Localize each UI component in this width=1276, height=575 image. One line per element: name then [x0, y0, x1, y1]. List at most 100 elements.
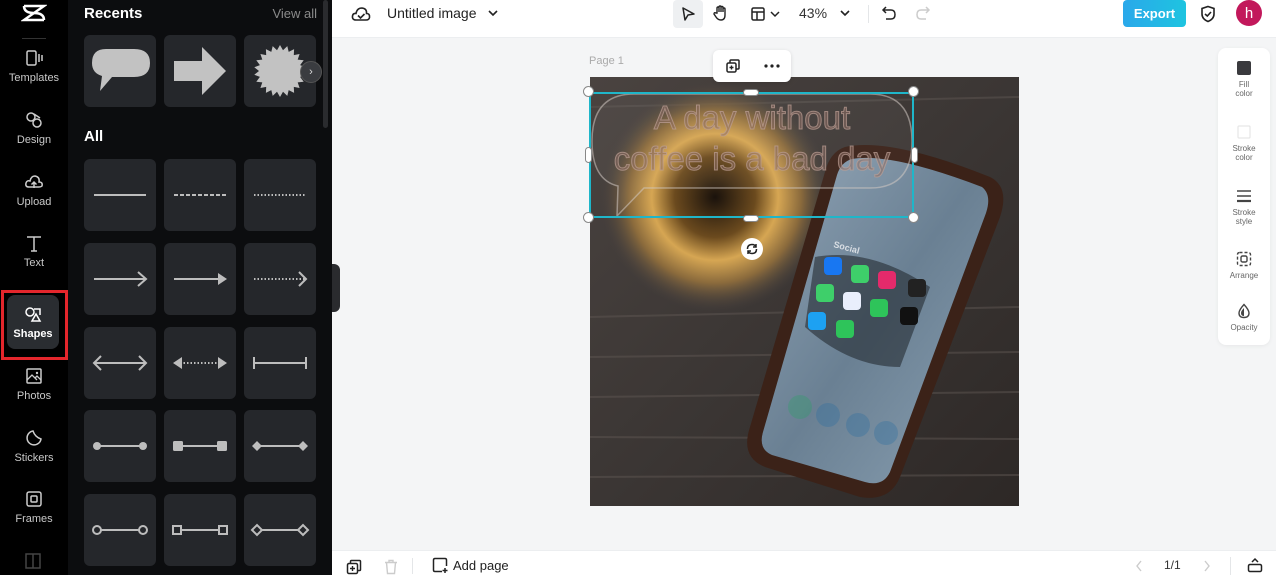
- prop-label: style: [1235, 217, 1253, 226]
- shape-tile-line-dots[interactable]: [84, 410, 156, 482]
- shape-tile-line-circles-outline[interactable]: [84, 494, 156, 566]
- shape-tile-line-diamonds[interactable]: [244, 410, 316, 482]
- layout-dropdown-button[interactable]: [746, 3, 784, 25]
- double-arrow-icon: [92, 355, 148, 371]
- shape-tile-double-arrow[interactable]: [84, 327, 156, 399]
- stroke-style-button[interactable]: Stroke style: [1218, 188, 1270, 226]
- rail-label: Templates: [8, 72, 60, 84]
- zoom-level[interactable]: 43%: [799, 5, 827, 21]
- duplicate-icon[interactable]: [725, 58, 741, 74]
- undo-button[interactable]: [879, 3, 899, 23]
- prop-label: Arrange: [1229, 271, 1259, 280]
- security-shield-button[interactable]: [1198, 3, 1218, 25]
- rail-label: Upload: [16, 196, 52, 208]
- rail-item-design[interactable]: Design: [4, 99, 64, 157]
- recent-shape-speech-bubble[interactable]: [84, 35, 156, 107]
- resize-handle-right[interactable]: [911, 147, 918, 163]
- capcut-logo-icon[interactable]: [21, 3, 47, 23]
- more-tools-icon[interactable]: [24, 552, 42, 570]
- more-options-icon[interactable]: [763, 64, 780, 68]
- shape-tile-double-arrow-dotted-filled[interactable]: [164, 327, 236, 399]
- messenger-app-icon: [843, 292, 861, 310]
- rotate-icon: [746, 243, 758, 255]
- cursor-icon: [682, 7, 695, 21]
- add-page-label: Add page: [453, 557, 509, 573]
- rail-item-frames[interactable]: Frames: [4, 478, 64, 536]
- recent-shape-arrow[interactable]: [164, 35, 236, 107]
- arrow-line-icon: [94, 271, 148, 287]
- next-page-icon[interactable]: [1202, 559, 1212, 573]
- prop-label: Stroke: [1232, 144, 1256, 153]
- rail-label: Frames: [15, 513, 53, 525]
- fill-color-swatch-icon: [1237, 61, 1251, 75]
- redo-button[interactable]: [913, 3, 933, 23]
- facebook-app-icon: [824, 257, 842, 275]
- duplicate-page-icon[interactable]: [346, 559, 362, 575]
- fill-color-button[interactable]: Fill color: [1218, 60, 1270, 98]
- resize-handle-bottom-left[interactable]: [583, 212, 594, 223]
- twitter-app-icon: [808, 312, 826, 330]
- shape-tile-arrow-line[interactable]: [84, 243, 156, 315]
- hand-icon: [713, 5, 726, 21]
- resize-handle-top[interactable]: [743, 89, 759, 96]
- shape-tile-arrow-dotted[interactable]: [244, 243, 316, 315]
- page-count: 1/1: [1164, 558, 1181, 572]
- undo-icon: [881, 6, 896, 20]
- instagram-app-icon: [908, 279, 926, 297]
- delete-page-icon[interactable]: [384, 559, 398, 575]
- design-icon: [26, 112, 42, 128]
- selection-box[interactable]: [589, 92, 914, 218]
- bottom-divider: [412, 558, 413, 574]
- user-avatar[interactable]: h: [1236, 0, 1262, 26]
- shape-tile-line-dashed[interactable]: [164, 159, 236, 231]
- arrange-button[interactable]: Arrange: [1218, 251, 1270, 280]
- prop-label: Opacity: [1230, 323, 1258, 332]
- stroke-color-swatch-icon: [1237, 125, 1251, 139]
- resize-handle-bottom[interactable]: [743, 215, 759, 222]
- resize-handle-top-left[interactable]: [583, 86, 594, 97]
- rail-item-photos[interactable]: Photos: [4, 355, 64, 413]
- select-tool-button[interactable]: [673, 0, 703, 28]
- rail-item-stickers[interactable]: Stickers: [4, 417, 64, 475]
- view-all-link[interactable]: View all: [272, 6, 317, 21]
- rail-item-upload[interactable]: Upload: [4, 161, 64, 219]
- shape-tile-line-end-bars[interactable]: [244, 327, 316, 399]
- document-title[interactable]: Untitled image: [387, 5, 477, 21]
- shape-tile-line-dotted[interactable]: [244, 159, 316, 231]
- pages-panel-toggle-icon[interactable]: [1247, 557, 1263, 573]
- title-dropdown-chevron-icon[interactable]: [486, 6, 500, 20]
- rail-item-text[interactable]: Text: [4, 222, 64, 280]
- resize-handle-top-right[interactable]: [908, 86, 919, 97]
- arrow-filled-icon: [174, 273, 227, 285]
- resize-handle-left[interactable]: [585, 147, 592, 163]
- rotate-handle[interactable]: [741, 238, 763, 260]
- cloud-saved-icon[interactable]: [350, 3, 372, 25]
- stroke-color-button[interactable]: Stroke color: [1218, 124, 1270, 162]
- line-dots-icon: [93, 442, 147, 450]
- shapes-panel: Recents View all › All: [68, 0, 332, 575]
- line-end-bars-icon: [253, 357, 307, 369]
- recents-next-button[interactable]: ›: [300, 61, 322, 83]
- opacity-button[interactable]: Opacity: [1218, 303, 1270, 332]
- shape-tile-arrow-filled[interactable]: [164, 243, 236, 315]
- prop-label: Stroke: [1232, 208, 1256, 217]
- photos-icon: [26, 368, 42, 384]
- shape-tile-line-squares-outline[interactable]: [164, 494, 236, 566]
- rail-label: Text: [23, 257, 45, 269]
- rail-label: Stickers: [14, 452, 54, 464]
- hand-tool-button[interactable]: [710, 2, 732, 24]
- prev-page-icon[interactable]: [1134, 559, 1144, 573]
- resize-handle-bottom-right[interactable]: [908, 212, 919, 223]
- shape-tile-line-squares[interactable]: [164, 410, 236, 482]
- shape-tile-line-solid[interactable]: [84, 159, 156, 231]
- rail-item-templates[interactable]: Templates: [4, 37, 64, 95]
- bottom-divider: [1230, 557, 1231, 575]
- export-button[interactable]: Export: [1123, 0, 1186, 27]
- shape-tile-line-diamonds-outline[interactable]: [244, 494, 316, 566]
- add-page-button[interactable]: Add page: [432, 557, 509, 573]
- zoom-dropdown-chevron-icon[interactable]: [838, 6, 852, 20]
- prop-label: color: [1235, 153, 1253, 162]
- panel-scrollbar[interactable]: [323, 0, 328, 128]
- stickers-icon: [26, 430, 42, 446]
- collapse-panel-handle[interactable]: [332, 264, 340, 312]
